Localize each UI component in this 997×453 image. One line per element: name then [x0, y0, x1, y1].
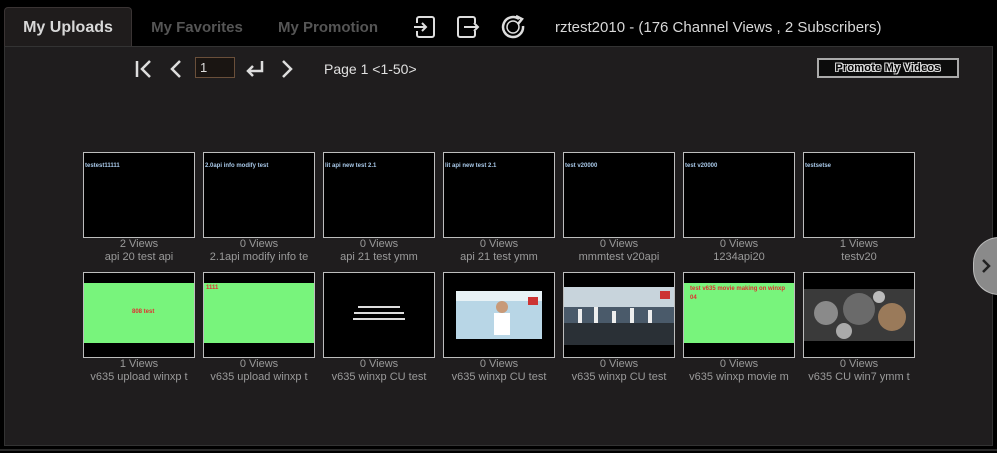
video-title[interactable]: v635 winxp CU test: [563, 371, 675, 383]
thumbnail-frame: 808 test: [84, 283, 194, 343]
view-count: 1 Views: [839, 238, 879, 250]
video-thumbnail[interactable]: test v20000: [563, 152, 675, 238]
video-thumbnail[interactable]: 2.0api info modify test: [203, 152, 315, 238]
view-count: 2 Views: [119, 238, 159, 250]
video-title[interactable]: mmmtest v20api: [563, 251, 675, 263]
view-count: 0 Views: [599, 358, 639, 370]
top-bar: My Uploads My Favorites My Promotion rzt…: [0, 0, 997, 47]
thumbnail-frame: 1111: [204, 283, 314, 343]
video-thumbnail[interactable]: [803, 272, 915, 358]
view-count: 0 Views: [599, 238, 639, 250]
refresh-icon[interactable]: [499, 13, 527, 41]
view-count: 0 Views: [479, 358, 519, 370]
logout-icon[interactable]: [454, 13, 482, 41]
video-thumbnail[interactable]: test v20000: [683, 152, 795, 238]
video-thumbnail[interactable]: [563, 272, 675, 358]
page-number-input[interactable]: [195, 57, 235, 78]
login-icon[interactable]: [411, 13, 439, 41]
video-title[interactable]: api 21 test ymm: [323, 251, 435, 263]
view-count: 0 Views: [719, 358, 759, 370]
thumbnail-caption: test v20000: [565, 163, 598, 169]
thumbnail-caption: lit api new test 2.1: [445, 163, 497, 169]
view-count: 0 Views: [239, 238, 279, 250]
video-thumbnail[interactable]: lit api new test 2.1: [443, 152, 555, 238]
next-page-icon[interactable]: [276, 58, 298, 80]
thumbnail-caption: testest11111: [85, 163, 120, 169]
video-thumbnail[interactable]: [443, 272, 555, 358]
video-title[interactable]: v635 upload winxp t: [83, 371, 195, 383]
video-title[interactable]: v635 winxp CU test: [443, 371, 555, 383]
thumbnail-caption: lit api new test 2.1: [325, 163, 377, 169]
gears-photo-frame: [804, 289, 914, 341]
prev-page-icon[interactable]: [166, 58, 188, 80]
thumbnail-caption: test v635 movie making on winxp 04: [690, 286, 786, 301]
first-page-icon[interactable]: [133, 58, 155, 80]
view-count: 0 Views: [359, 358, 399, 370]
promote-my-videos-button[interactable]: Promote My Videos: [817, 58, 959, 78]
thumbnail-frame: test v635 movie making on winxp 04: [684, 283, 794, 343]
dance-photo-frame: [564, 287, 674, 345]
thumbnail-caption: testsetse: [805, 163, 832, 169]
video-title[interactable]: v635 winxp movie m: [683, 371, 795, 383]
video-title[interactable]: api 21 test ymm: [443, 251, 555, 263]
video-title[interactable]: testv20: [803, 251, 915, 263]
thumbnail-caption: 808 test: [132, 309, 155, 315]
view-count: 0 Views: [719, 238, 759, 250]
video-title[interactable]: 1234api20: [683, 251, 795, 263]
video-thumbnail[interactable]: testest11111: [83, 152, 195, 238]
channel-info: rztest2010 - (176 Channel Views , 2 Subs…: [555, 19, 882, 36]
view-count: 0 Views: [839, 358, 879, 370]
video-title[interactable]: v635 winxp CU test: [323, 371, 435, 383]
person-photo-frame: [456, 291, 542, 339]
tab-my-uploads[interactable]: My Uploads: [4, 7, 132, 47]
video-thumbnail[interactable]: lit api new test 2.1: [323, 152, 435, 238]
video-title[interactable]: 2.1api modify info te: [203, 251, 315, 263]
video-thumbnail[interactable]: 808 test: [83, 272, 195, 358]
video-thumbnail[interactable]: 1111: [203, 272, 315, 358]
video-title[interactable]: v635 CU win7 ymm t: [803, 371, 915, 383]
video-thumbnail[interactable]: test v635 movie making on winxp 04: [683, 272, 795, 358]
chinese-text-frame: [353, 306, 405, 320]
video-title[interactable]: v635 upload winxp t: [203, 371, 315, 383]
video-title[interactable]: api 20 test api: [83, 251, 195, 263]
view-count: 1 Views: [119, 358, 159, 370]
view-count: 0 Views: [479, 238, 519, 250]
tab-my-promotion[interactable]: My Promotion: [266, 9, 390, 47]
view-count: 0 Views: [359, 238, 399, 250]
page-label: Page 1 <1-50>: [324, 61, 417, 77]
thumbnail-caption: 2.0api info modify test: [205, 163, 269, 169]
video-thumbnail[interactable]: [323, 272, 435, 358]
tab-my-favorites[interactable]: My Favorites: [137, 9, 257, 47]
thumbnail-caption: test v20000: [685, 163, 718, 169]
video-thumbnail[interactable]: testsetse: [803, 152, 915, 238]
go-page-icon[interactable]: [244, 58, 266, 80]
next-panel-icon[interactable]: [973, 237, 997, 295]
view-count: 0 Views: [239, 358, 279, 370]
thumbnail-caption: 1111: [206, 285, 219, 291]
bottom-divider: [0, 449, 997, 451]
